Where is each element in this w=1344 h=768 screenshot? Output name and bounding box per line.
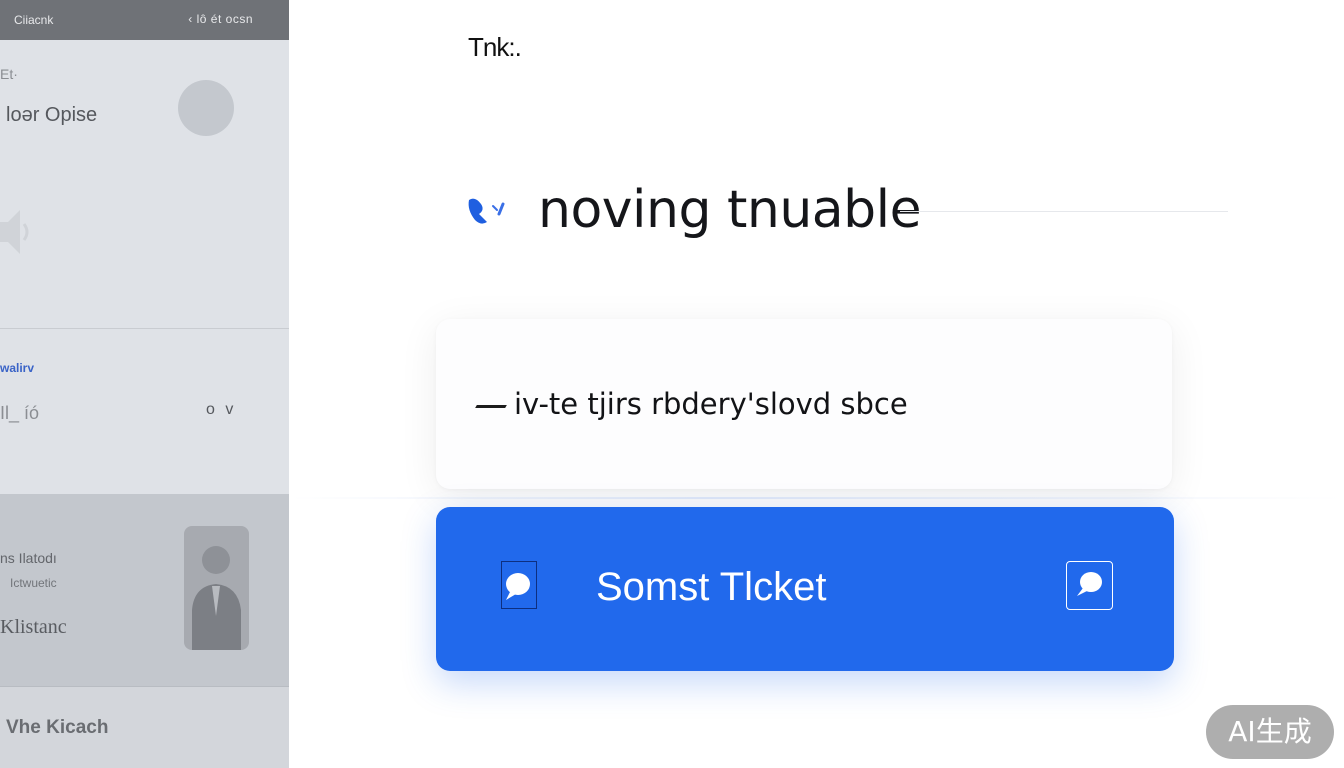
sidebar: Ciiacnk ‹ lô ét ocsn Et· loǝr Opise wali… <box>0 0 289 768</box>
brand-logo-icon <box>468 198 505 224</box>
page-title: noving tnuable <box>538 180 922 240</box>
footer-label: Vhe Kicach <box>6 717 109 738</box>
background-glow <box>290 497 1344 499</box>
contact-photo <box>184 526 249 650</box>
submit-ticket-button[interactable]: Somst Tlcket <box>436 507 1174 671</box>
toggle-control[interactable]: o v <box>206 401 236 419</box>
ai-generated-badge: AI生成 <box>1206 705 1334 759</box>
message-input-card[interactable]: iv-te tjirs rbdery'slovd sbce <box>436 319 1172 489</box>
contact-name: ns Ilatodı <box>0 550 57 566</box>
contact-subtitle: Ictwuetic <box>10 576 57 590</box>
topbar-right-label[interactable]: ‹ lô ét ocsn <box>188 12 253 26</box>
sidebar-section-settings: walirv Il_ íó o v <box>0 329 289 494</box>
submit-button-label: Somst Tlcket <box>596 565 827 609</box>
sidebar-topbar: Ciiacnk ‹ lô ét ocsn <box>0 0 289 40</box>
sidebar-section-contact[interactable]: ns Ilatodı Ictwuetic Klistanc <box>0 494 289 687</box>
sidebar-section-footer[interactable]: Vhe Kicach <box>0 687 289 768</box>
topbar-left-label[interactable]: Ciiacnk <box>14 13 53 27</box>
section-label: Et· <box>0 66 18 82</box>
chat-bubble-icon <box>1066 561 1113 610</box>
section-title: loǝr Opise <box>6 104 98 126</box>
section-link[interactable]: walirv <box>0 361 34 375</box>
contact-title: Klistanc <box>0 616 67 638</box>
speaker-icon <box>0 210 29 254</box>
sidebar-section-profile[interactable]: Et· loǝr Opise <box>0 40 289 329</box>
chat-bubble-icon <box>501 561 537 609</box>
message-text[interactable]: iv-te tjirs rbdery'slovd sbce <box>514 387 908 421</box>
avatar[interactable] <box>178 80 234 136</box>
dash-icon <box>475 405 507 408</box>
title-divider <box>900 211 1228 212</box>
page-header: Tnk:. <box>468 32 522 62</box>
person-silhouette-icon <box>192 546 241 650</box>
section-value: Il_ íó <box>0 403 40 423</box>
